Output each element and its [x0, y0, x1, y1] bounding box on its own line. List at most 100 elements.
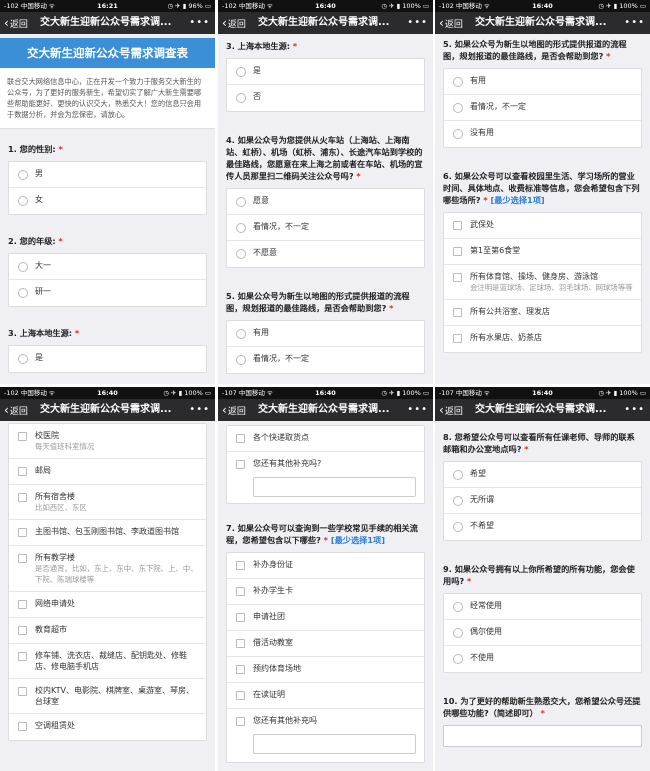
radio-option-useful[interactable]: 有用 [227, 321, 424, 347]
more-menu-icon[interactable]: ••• [407, 12, 428, 34]
checkbox-option[interactable]: 空调租赁处 [9, 714, 206, 740]
required-mark: * [58, 236, 63, 246]
radio-option-depends[interactable]: 看情况，不一定 [227, 347, 424, 373]
radio-icon [236, 249, 246, 259]
radio-option-hope[interactable]: 希望 [444, 462, 641, 488]
radio-option-unwilling[interactable]: 不愿意 [227, 241, 424, 267]
radio-option-grad-first-year[interactable]: 研一 [9, 280, 206, 306]
checkbox-option[interactable]: 申请社团 [227, 605, 424, 631]
radio-option-local-yes[interactable]: 是 [227, 59, 424, 85]
back-button[interactable]: ‹返回 [439, 12, 463, 36]
checkbox-option-other[interactable]: 您还有其他补充吗 [227, 709, 424, 762]
more-menu-icon[interactable]: ••• [624, 399, 645, 421]
checkbox-option[interactable]: 第1至第6食堂 [444, 239, 641, 265]
checkbox-option[interactable]: 预约体育场地 [227, 657, 424, 683]
question-6-title: 6. 如果公众号可以查看校园里生活、学习场所的营业时间、具体地点、收费标准等信息… [443, 171, 640, 205]
checkbox-option[interactable]: 所有水果店、奶茶店 [444, 326, 641, 352]
checkbox-option[interactable]: 所有教学楼 是否通宵。比如，东上、东中、东下院、上、中、下院、陈瑞球楼等 [9, 546, 206, 592]
back-button[interactable]: ‹返回 [222, 399, 246, 423]
checkbox-icon [236, 691, 245, 700]
radio-option-often[interactable]: 经常使用 [444, 594, 641, 620]
radio-option-local-yes[interactable]: 是 [9, 346, 206, 372]
status-bar: -102 中国移动 ᯤ 16:21 ◷ ✈ ▮ 96% ▭ [0, 0, 215, 12]
radio-option-depends[interactable]: 看情况，不一定 [444, 95, 641, 121]
question-5-title: 5. 如果公众号为新生以地图的形式提供报道的流程图，规划报道的最佳路线，是否会帮… [443, 39, 627, 61]
checkbox-icon [236, 460, 245, 469]
survey-content[interactable]: 各个快递取货点 您还有其他补充吗? 7. 如果公众号可以查询到一些学校常见手续的… [218, 421, 433, 771]
checkbox-option[interactable]: 所有公共浴室、理发店 [444, 300, 641, 326]
radio-option-sometimes[interactable]: 偶尔使用 [444, 620, 641, 646]
radio-icon [236, 67, 246, 77]
survey-content[interactable]: 5. 如果公众号为新生以地图的形式提供报道的流程图，规划报道的最佳路线，是否会帮… [435, 34, 650, 384]
required-mark: * [540, 708, 545, 718]
radio-icon [453, 496, 463, 506]
other-supplement-input[interactable] [253, 477, 416, 497]
radio-icon [453, 77, 463, 87]
survey-content[interactable]: 交大新生迎新公众号需求调查表 联合交大网络信息中心，正在开发一个致力于服务交大新… [0, 34, 215, 384]
checkbox-option[interactable]: 校内KTV、电影院、棋牌室、桌游室、琴房、台球室 [9, 679, 206, 714]
feature-suggestion-input[interactable] [443, 725, 642, 747]
radio-option-maybe[interactable]: 看情况，不一定 [227, 215, 424, 241]
radio-option-male[interactable]: 男 [9, 162, 206, 188]
checkbox-option[interactable]: 补办身份证 [227, 553, 424, 579]
checkbox-icon [18, 554, 27, 563]
question-10-title: 10. 为了更好的帮助新生熟悉交大，您希望公众号还提供哪些功能?（简述即可） * [443, 696, 641, 718]
chevron-left-icon: ‹ [222, 403, 227, 417]
radio-option-female[interactable]: 女 [9, 188, 206, 214]
checkbox-option[interactable]: 在读证明 [227, 683, 424, 709]
battery-status: ◷ ✈ ▮ 100% ▭ [163, 389, 211, 397]
radio-icon [453, 654, 463, 664]
checkbox-option[interactable]: 邮局 [9, 459, 206, 485]
question-5-options: 有用 看情况，不一定 [226, 320, 425, 374]
checkbox-option[interactable]: 主图书馆、包玉刚图书馆、李政道图书馆 [9, 520, 206, 546]
required-mark: * [524, 444, 529, 454]
back-button[interactable]: ‹返回 [4, 12, 28, 36]
survey-content[interactable]: 校医院 每天值班科室情况 邮局 所有宿舍楼 比如西区、东区 主图书馆、包玉刚图书馆、… [0, 421, 215, 771]
required-mark: * [483, 195, 488, 205]
more-menu-icon[interactable]: ••• [624, 12, 645, 34]
radio-icon [18, 288, 28, 298]
required-mark: * [389, 303, 394, 313]
battery-status: ◷ ✈ ▮ 100% ▭ [381, 2, 429, 10]
question-3-title: 3. 上海本地生源: * [8, 328, 80, 338]
more-menu-icon[interactable]: ••• [189, 399, 210, 421]
radio-icon [453, 602, 463, 612]
radio-option-no-hope[interactable]: 不希望 [444, 514, 641, 540]
radio-option-willing[interactable]: 愿意 [227, 189, 424, 215]
question-2-options: 大一 研一 [8, 253, 207, 307]
checkbox-option[interactable]: 补办学生卡 [227, 579, 424, 605]
back-button[interactable]: ‹返回 [4, 399, 28, 423]
radio-option-useless[interactable]: 没有用 [444, 121, 641, 147]
checkbox-option[interactable]: 网络申请处 [9, 592, 206, 618]
radio-option-freshman[interactable]: 大一 [9, 254, 206, 280]
checkbox-icon [18, 626, 27, 635]
checkbox-option[interactable]: 教育超市 [9, 618, 206, 644]
checkbox-option[interactable]: 各个快递取货点 [227, 426, 424, 452]
other-procedure-input[interactable] [253, 734, 416, 754]
question-1-options: 男 女 [8, 161, 207, 215]
checkbox-icon [18, 652, 27, 661]
checkbox-icon [18, 722, 27, 731]
checkbox-option[interactable]: 武保处 [444, 213, 641, 239]
radio-option-local-no[interactable]: 否 [227, 85, 424, 111]
checkbox-icon [453, 273, 462, 282]
survey-content[interactable]: 8. 您希望公众号可以查看所有任课老师、导师的联系邮箱和办公室地点吗? * 希望… [435, 421, 650, 771]
checkbox-option[interactable]: 所有宿舍楼 比如西区、东区 [9, 485, 206, 520]
radio-option-useful[interactable]: 有用 [444, 69, 641, 95]
checkbox-option-other[interactable]: 您还有其他补充吗? [227, 452, 424, 503]
checkbox-option[interactable]: 借活动教室 [227, 631, 424, 657]
back-button[interactable]: ‹返回 [439, 399, 463, 423]
back-button[interactable]: ‹返回 [222, 12, 246, 36]
radio-option-indifferent[interactable]: 无所谓 [444, 488, 641, 514]
checkbox-option[interactable]: 所有体育馆、操场、健身房、游泳馆 会注明是篮球场、足球场、羽毛球场、网球场等等 [444, 265, 641, 300]
question-7-options: 补办身份证 补办学生卡 申请社团 借活动教室 预约体育场地 在读证明 您还有其他… [226, 552, 425, 763]
more-menu-icon[interactable]: ••• [407, 399, 428, 421]
checkbox-option[interactable]: 修车铺、洗衣店、裁缝店、配钥匙处、修鞋店、修电脑手机店 [9, 644, 206, 679]
survey-content[interactable]: 3. 上海本地生源: * 是 否 4. 如果公众号为您提供从火车站（上海站、上海… [218, 34, 433, 384]
phone-screen-4: -102 中国移动 ᯤ 16:40 ◷ ✈ ▮ 100% ▭ ‹返回 交大新生迎… [0, 387, 215, 771]
nav-title: 交大新生迎新公众号需求调... [475, 404, 607, 415]
required-mark: * [466, 576, 472, 586]
checkbox-option[interactable]: 校医院 每天值班科室情况 [9, 424, 206, 459]
radio-option-never[interactable]: 不使用 [444, 646, 641, 672]
more-menu-icon[interactable]: ••• [189, 12, 210, 34]
